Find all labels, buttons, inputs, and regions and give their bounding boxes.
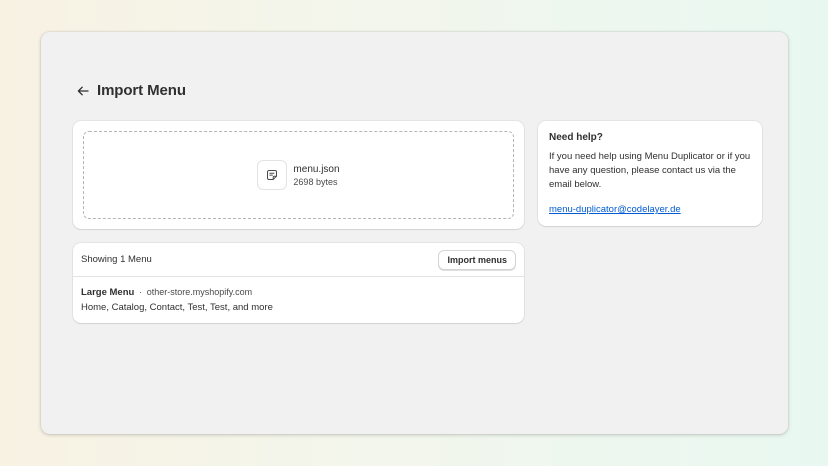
- support-email-link[interactable]: menu-duplicator@codelayer.de: [549, 204, 681, 215]
- help-title: Need help?: [549, 132, 603, 143]
- uploaded-file: menu.json 2698 bytes: [257, 160, 340, 190]
- import-menus-button[interactable]: Import menus: [438, 249, 516, 270]
- help-text: If you need help using Menu Duplicator o…: [549, 151, 751, 190]
- file-meta: menu.json 2698 bytes: [293, 164, 339, 187]
- back-arrow-icon[interactable]: [75, 83, 91, 99]
- file-name: menu.json: [293, 163, 340, 175]
- upload-card: menu.json 2698 bytes: [73, 121, 524, 229]
- file-size: 2698 bytes: [293, 176, 338, 187]
- menu-summary: Home, Catalog, Contact, Test, Test, and …: [81, 302, 273, 313]
- list-item: Large Menu · other-store.myshopify.com H…: [73, 277, 524, 323]
- page-title: Import Menu: [97, 82, 186, 99]
- separator-dot: ·: [138, 287, 143, 298]
- help-card: Need help? If you need help using Menu D…: [538, 121, 762, 226]
- file-dropzone[interactable]: menu.json 2698 bytes: [83, 131, 514, 219]
- app-window: Import Menu menu.json 2698 bytes Need he…: [41, 32, 788, 434]
- page-header: Import Menu: [75, 82, 186, 99]
- menu-list-card: Showing 1 Menu Import menus Large Menu ·…: [73, 243, 524, 323]
- menu-count: Showing 1 Menu: [81, 254, 152, 265]
- list-header: Showing 1 Menu Import menus: [73, 243, 524, 277]
- store-domain: other-store.myshopify.com: [146, 287, 253, 297]
- file-icon: [257, 160, 288, 190]
- menu-name: Large Menu: [81, 287, 135, 298]
